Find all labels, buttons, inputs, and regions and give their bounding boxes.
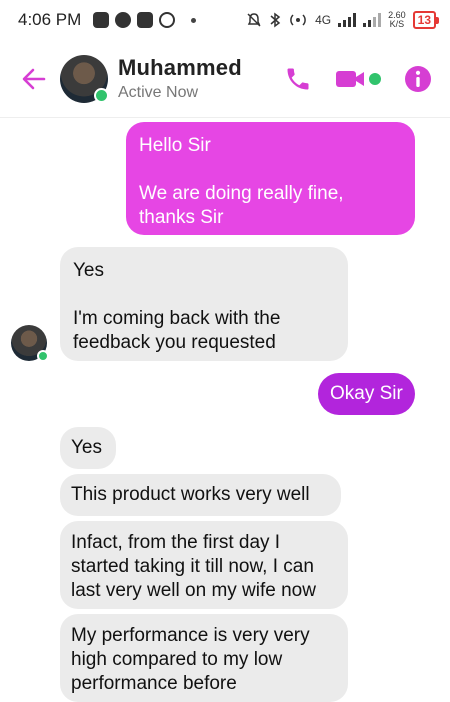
app-notification-icon xyxy=(93,12,110,28)
header-actions xyxy=(284,65,432,93)
sender-online-indicator xyxy=(37,350,49,362)
signal-bars-icon xyxy=(338,13,357,27)
message-bubble-incoming[interactable]: My performance is very very high compare… xyxy=(60,614,348,702)
contact-name: Muhammed xyxy=(118,55,242,80)
network-speed: 2.60 K/S xyxy=(388,11,406,29)
message-text: This product works very well xyxy=(71,484,310,505)
status-bar-left: 4:06 PM xyxy=(18,10,197,30)
message-text: Yes I'm coming back with the feedback yo… xyxy=(73,260,281,353)
info-button[interactable] xyxy=(404,65,432,93)
message-bubble-incoming[interactable]: Infact, from the first day I started tak… xyxy=(60,521,348,609)
contact-avatar[interactable] xyxy=(60,54,109,103)
message-bubble-incoming[interactable]: Yes xyxy=(60,427,116,469)
message-list[interactable]: Hello Sir We are doing really fine, than… xyxy=(0,118,450,702)
network-type: 4G xyxy=(315,13,332,27)
message-bubble-outgoing[interactable]: Okay Sir xyxy=(318,373,415,415)
message-bubble-incoming[interactable]: This product works very well xyxy=(60,474,341,516)
info-icon xyxy=(405,65,431,92)
message-text: Okay Sir xyxy=(330,383,403,404)
message-notification-icon xyxy=(137,12,154,28)
message-text: My performance is very very high compare… xyxy=(71,625,310,694)
contact-titles[interactable]: Muhammed Active Now xyxy=(118,55,242,102)
audio-call-button[interactable] xyxy=(284,65,312,93)
sender-avatar[interactable] xyxy=(11,325,49,362)
phone-icon xyxy=(287,68,309,89)
message-bubble-incoming[interactable]: Yes I'm coming back with the feedback yo… xyxy=(60,247,348,361)
silent-bell-icon xyxy=(247,13,261,27)
back-button[interactable] xyxy=(16,61,52,97)
more-notifications-dot-icon xyxy=(191,17,197,23)
video-camera-icon xyxy=(336,70,381,87)
message-text: Yes xyxy=(71,437,102,458)
message-bubble-outgoing[interactable]: Hello Sir We are doing really fine, than… xyxy=(126,122,415,235)
bluetooth-icon xyxy=(270,12,281,28)
back-arrow-icon xyxy=(22,68,46,89)
online-indicator xyxy=(94,87,109,103)
status-bar-right: 4G 2.60 K/S 13 xyxy=(246,11,440,29)
message-text: Hello Sir We are doing really fine, than… xyxy=(139,135,344,228)
contact-status: Active Now xyxy=(118,84,199,101)
video-call-button[interactable] xyxy=(334,67,382,91)
hotspot-icon xyxy=(290,14,306,26)
speed-unit: K/S xyxy=(389,19,405,29)
message-text: Infact, from the first day I started tak… xyxy=(71,532,316,601)
messenger-notification-icon xyxy=(115,12,132,28)
battery-level: 13 xyxy=(412,11,440,29)
status-bar: 4:06 PM 4G 2.60 K/S 13 xyxy=(0,0,450,40)
signal-bars-2-icon xyxy=(363,13,382,27)
facebook-notification-icon xyxy=(159,12,176,28)
status-time: 4:06 PM xyxy=(18,10,82,29)
chat-header: Muhammed Active Now xyxy=(0,40,450,118)
